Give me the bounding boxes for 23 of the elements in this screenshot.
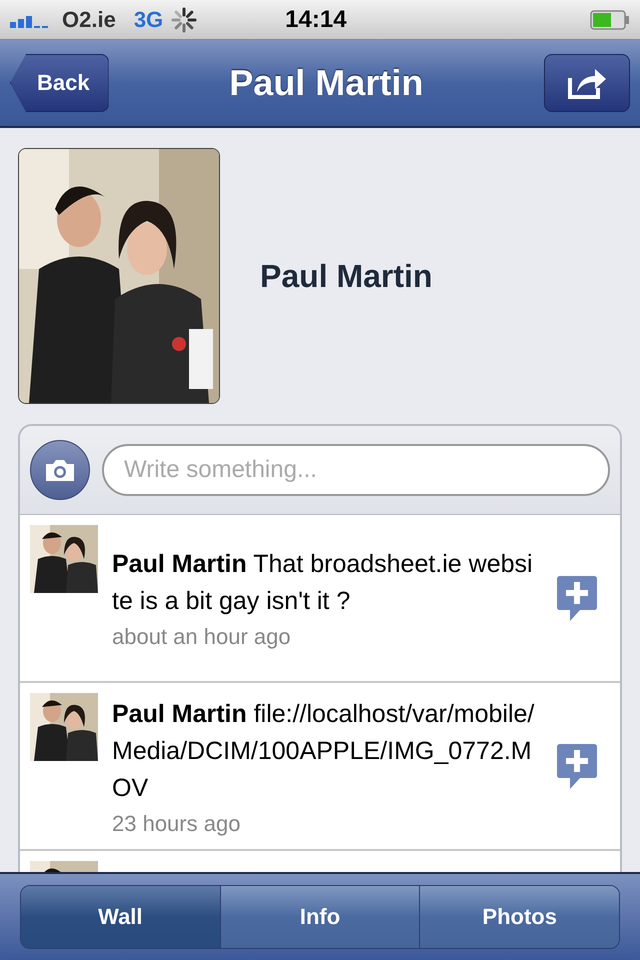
post-input-field[interactable]: Write something... [102, 444, 610, 496]
post-time: about an hour ago [112, 624, 292, 650]
add-comment-button[interactable] [556, 574, 598, 622]
comment-plus-icon [556, 742, 598, 790]
clock-time: 14:14 [285, 6, 348, 34]
camera-icon [44, 458, 76, 482]
battery-icon [590, 10, 630, 30]
tab[interactable]: Wall [21, 886, 221, 948]
tab[interactable]: Info [220, 886, 420, 948]
network-type: 3G [134, 6, 164, 32]
comment-plus-icon [556, 574, 598, 622]
carrier-name: O2.ie [62, 6, 116, 32]
back-button[interactable]: Back [10, 54, 109, 112]
tab[interactable]: Photos [420, 886, 619, 948]
profile-name: Paul Martin [260, 258, 432, 294]
share-icon [567, 66, 607, 100]
share-button[interactable] [544, 54, 630, 112]
add-comment-button[interactable] [556, 742, 598, 790]
page-title: Paul Martin [229, 62, 424, 104]
post-text: Paul Martin That broadsheet.ie website is a bit gay isn't it ? [112, 549, 534, 617]
activity-spinner-icon [171, 6, 198, 32]
post-time: 23 hours ago [112, 810, 242, 836]
post-text: Paul Martin file://localhost/var/mobile/Media/DCIM/100APPLE/IMG_0772.MOV [112, 698, 536, 804]
